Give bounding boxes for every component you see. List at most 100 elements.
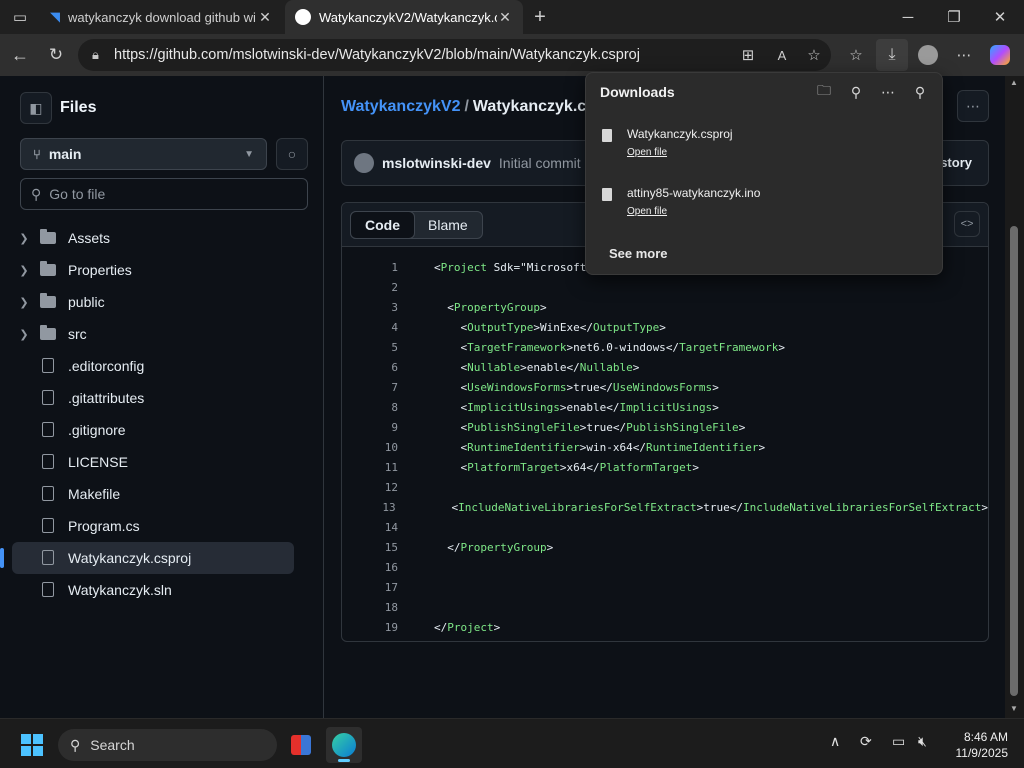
tab-actions-icon[interactable]: ▭ <box>8 6 32 28</box>
open-file-link[interactable]: Open file <box>627 206 667 217</box>
line-number[interactable]: 7 <box>342 381 398 394</box>
scroll-down-icon[interactable]: ▼ <box>1010 704 1018 713</box>
clock[interactable]: 8:46 AM 11/9/2025 <box>944 729 1009 761</box>
tree-file[interactable]: Watykanczyk.sln <box>12 574 294 606</box>
branch-selector[interactable]: ⑂ main ▼ <box>20 138 267 170</box>
display-icon[interactable]: ▭ <box>892 733 905 750</box>
see-more-button[interactable]: See more <box>609 246 668 261</box>
breadcrumb-repo-link[interactable]: WatykanczykV2 <box>341 98 460 115</box>
chevron-right-icon[interactable]: ❯ <box>12 328 36 341</box>
line-number[interactable]: 9 <box>342 421 398 434</box>
close-tab-icon[interactable]: ✕ <box>497 9 513 26</box>
line-number[interactable]: 10 <box>342 441 398 454</box>
line-number[interactable]: 16 <box>342 561 398 574</box>
more-options-button[interactable]: ⋯ <box>957 90 989 122</box>
line-number[interactable]: 19 <box>342 621 398 634</box>
line-number[interactable]: 15 <box>342 541 398 554</box>
close-tab-icon[interactable]: ✕ <box>257 9 273 26</box>
line-number[interactable]: 13 <box>342 501 395 514</box>
tree-folder[interactable]: ❯ src <box>12 318 294 350</box>
open-folder-icon[interactable]: 🗀︎ <box>808 81 840 103</box>
search-button[interactable]: ○ <box>276 138 308 170</box>
browser-tab-search[interactable]: ◥ watykanczyk download github wi ✕ <box>40 0 283 34</box>
commit-author[interactable]: mslotwinski-dev <box>382 155 491 171</box>
copilot-icon[interactable] <box>988 43 1012 67</box>
tray-chevron-up-icon[interactable]: ∧ <box>830 733 840 750</box>
new-tab-icon[interactable]: + <box>528 5 552 29</box>
chevron-right-icon[interactable]: ❯ <box>12 296 36 309</box>
pin-icon[interactable]: ⚲ <box>904 81 936 103</box>
volume-muted-icon[interactable]: 🔇︎ <box>918 733 927 750</box>
chevron-right-icon[interactable]: ❯ <box>12 232 36 245</box>
taskbar-search[interactable]: ⚲ Search <box>58 729 277 761</box>
line-number[interactable]: 5 <box>342 341 398 354</box>
taskbar-app-tools[interactable] <box>283 727 319 763</box>
line-number[interactable]: 12 <box>342 481 398 494</box>
code-line: 4 <OutputType>WinExe</OutputType> <box>342 317 988 337</box>
tree-file[interactable]: .editorconfig <box>12 350 294 382</box>
search-icon[interactable]: ⚲ <box>840 81 872 103</box>
tree-item-label: src <box>68 326 87 342</box>
minimize-icon[interactable]: ─ <box>896 6 920 28</box>
line-number[interactable]: 11 <box>342 461 398 474</box>
line-number[interactable]: 4 <box>342 321 398 334</box>
commit-message[interactable]: Initial commit <box>499 155 581 171</box>
taskbar-app-edge[interactable] <box>326 727 362 763</box>
line-number[interactable]: 18 <box>342 601 398 614</box>
tree-file[interactable]: .gitignore <box>12 414 294 446</box>
download-item[interactable]: attiny85-watykanczyk.ino Open file <box>600 186 930 226</box>
tree-file[interactable]: LICENSE <box>12 446 294 478</box>
tree-file[interactable]: Watykanczyk.csproj <box>0 542 294 574</box>
download-item[interactable]: Watykanczyk.csproj Open file <box>600 127 930 167</box>
code-line: 5 <TargetFramework>net6.0-windows</Targe… <box>342 337 988 357</box>
tree-folder[interactable]: ❯ Assets <box>12 222 294 254</box>
url-field[interactable]: 🔒︎ https://github.com/mslotwinski-dev/Wa… <box>78 39 831 71</box>
avatar[interactable] <box>354 153 374 173</box>
line-number[interactable]: 3 <box>342 301 398 314</box>
tree-folder[interactable]: ❯ Properties <box>12 254 294 286</box>
code-text: </Project> <box>434 620 501 634</box>
sync-icon[interactable]: ⟳ <box>860 733 872 750</box>
symbols-icon[interactable]: <> <box>954 211 980 237</box>
menu-more-icon[interactable]: ⋯ <box>952 43 976 67</box>
code-line: 8 <ImplicitUsings>enable</ImplicitUsings… <box>342 397 988 417</box>
scroll-thumb[interactable] <box>1010 226 1018 696</box>
code-line: 7 <UseWindowsForms>true</UseWindowsForms… <box>342 377 988 397</box>
code-line: 13 <IncludeNativeLibrariesForSelfExtract… <box>342 497 988 517</box>
tab-code[interactable]: Code <box>350 211 415 239</box>
page-scrollbar[interactable]: ▲ ▼ <box>1005 76 1024 718</box>
more-icon[interactable]: ⋯ <box>872 81 904 103</box>
clock-time: 8:46 AM <box>963 730 1008 744</box>
restore-icon[interactable]: ❐ <box>942 6 966 28</box>
close-window-icon[interactable]: ✕ <box>988 6 1012 28</box>
start-windows-icon[interactable] <box>21 734 43 756</box>
code-text: <PlatformTarget>x64</PlatformTarget> <box>460 460 699 474</box>
line-number[interactable]: 2 <box>342 281 398 294</box>
history-button[interactable]: story <box>940 155 972 170</box>
profile-avatar[interactable] <box>916 43 940 67</box>
read-aloud-icon[interactable]: A <box>770 43 794 67</box>
apps-icon[interactable]: ⊞ <box>736 43 760 67</box>
tree-file[interactable]: .gitattributes <box>12 382 294 414</box>
line-number[interactable]: 14 <box>342 521 398 534</box>
go-to-file-input[interactable]: ⚲ Go to file <box>20 178 308 210</box>
line-number[interactable]: 17 <box>342 581 398 594</box>
scroll-up-icon[interactable]: ▲ <box>1010 78 1018 87</box>
favorites-icon[interactable]: ☆ <box>844 43 868 67</box>
chevron-right-icon[interactable]: ❯ <box>12 264 36 277</box>
line-number[interactable]: 8 <box>342 401 398 414</box>
tree-folder[interactable]: ❯ public <box>12 286 294 318</box>
line-number[interactable]: 1 <box>342 261 398 274</box>
downloads-icon[interactable]: ⤓ <box>876 39 908 71</box>
back-icon[interactable]: ← <box>8 43 32 67</box>
browser-tab-github[interactable]: WatykanczykV2/Watykanczyk.csp ✕ <box>285 0 523 34</box>
xml-tag-name: RuntimeIdentifier <box>467 440 580 454</box>
tab-blame[interactable]: Blame <box>414 212 482 238</box>
tree-file[interactable]: Program.cs <box>12 510 294 542</box>
tree-file[interactable]: Makefile <box>12 478 294 510</box>
collapse-sidebar-icon[interactable]: ◧ <box>20 92 52 124</box>
refresh-icon[interactable]: ↻ <box>44 43 68 67</box>
favorite-star-icon[interactable]: ☆ <box>802 43 826 67</box>
line-number[interactable]: 6 <box>342 361 398 374</box>
open-file-link[interactable]: Open file <box>627 147 667 158</box>
